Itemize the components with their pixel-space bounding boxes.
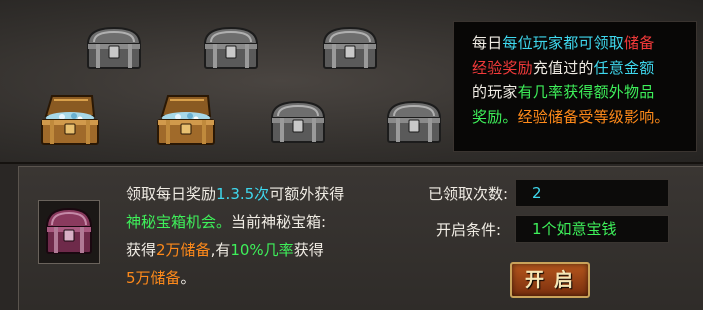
desc-text: 2万储备 [156,241,211,259]
mystery-chest-icon [45,207,93,254]
info-text: 每位玩家都可领取 [502,34,625,52]
desc-line-2: 神秘宝箱机会。当前神秘宝箱: [126,208,396,236]
desc-text: 1.3.5次 [216,185,270,203]
iron-chest-closed-icon [203,26,259,69]
claimed-count-label: 已领取次数: [427,185,508,203]
wooden-chest-open-icon [157,95,215,145]
desc-line-4: 5万储备。 [126,264,396,292]
info-line-2: 经验奖励充值过的任意金额 [472,56,690,81]
info-text: 经验储备受等级影响。 [517,107,670,126]
info-line-4: 奖励。经验储备受等级影响。 [472,105,690,130]
info-line-3: 的玩家有几率获得额外物品 [472,80,690,105]
info-text: 经验奖励 [472,58,533,77]
mystery-chest-slot[interactable] [38,200,100,264]
desc-text: 5万储备 [126,269,181,287]
info-text: 充值过的 [532,58,594,77]
desc-text: 领取每日奖励 [126,185,217,203]
iron-chest-closed-icon [270,100,326,143]
info-text: 任意金额 [593,58,655,77]
iron-chest-closed-icon [386,100,442,143]
info-text: 的玩家 [472,83,518,101]
desc-text: 。 [180,269,196,287]
desc-text: 获得 [126,241,157,259]
info-text: 奖励。 [472,107,518,126]
desc-text: 神秘宝箱机会。 [126,213,232,231]
desc-text: 当前神秘宝箱: [231,213,327,231]
iron-chest-closed-icon [322,26,378,69]
info-text: 有几率获得额外物品 [517,83,655,101]
claimed-count-value: 2 [515,179,669,207]
desc-text: 10%几率 [230,241,294,259]
wooden-chest-open-icon [41,95,99,145]
open-condition-label: 开启条件: [435,221,501,239]
info-text: 每日 [472,34,503,52]
mystery-chest-description: 领取每日奖励1.3.5次可额外获得 神秘宝箱机会。当前神秘宝箱: 获得2万储备,… [126,180,396,292]
desc-text: ,有 [210,241,231,259]
desc-text: 可额外获得 [269,185,345,203]
desc-line-3: 获得2万储备,有10%几率获得 [126,236,396,264]
open-condition-value: 1个如意宝钱 [515,215,669,243]
chest-display-panel: 每日每位玩家都可领取储备 经验奖励充值过的任意金额 的玩家有几率获得额外物品 奖… [0,0,703,164]
info-text: 储备 [624,34,655,52]
rules-info-box: 每日每位玩家都可领取储备 经验奖励充值过的任意金额 的玩家有几率获得额外物品 奖… [453,21,697,152]
open-chest-button[interactable]: 开启 [510,262,590,298]
info-line-1: 每日每位玩家都可领取储备 [472,31,690,56]
desc-line-1: 领取每日奖励1.3.5次可额外获得 [126,180,396,208]
desc-text: 获得 [293,241,324,259]
iron-chest-closed-icon [86,26,142,69]
